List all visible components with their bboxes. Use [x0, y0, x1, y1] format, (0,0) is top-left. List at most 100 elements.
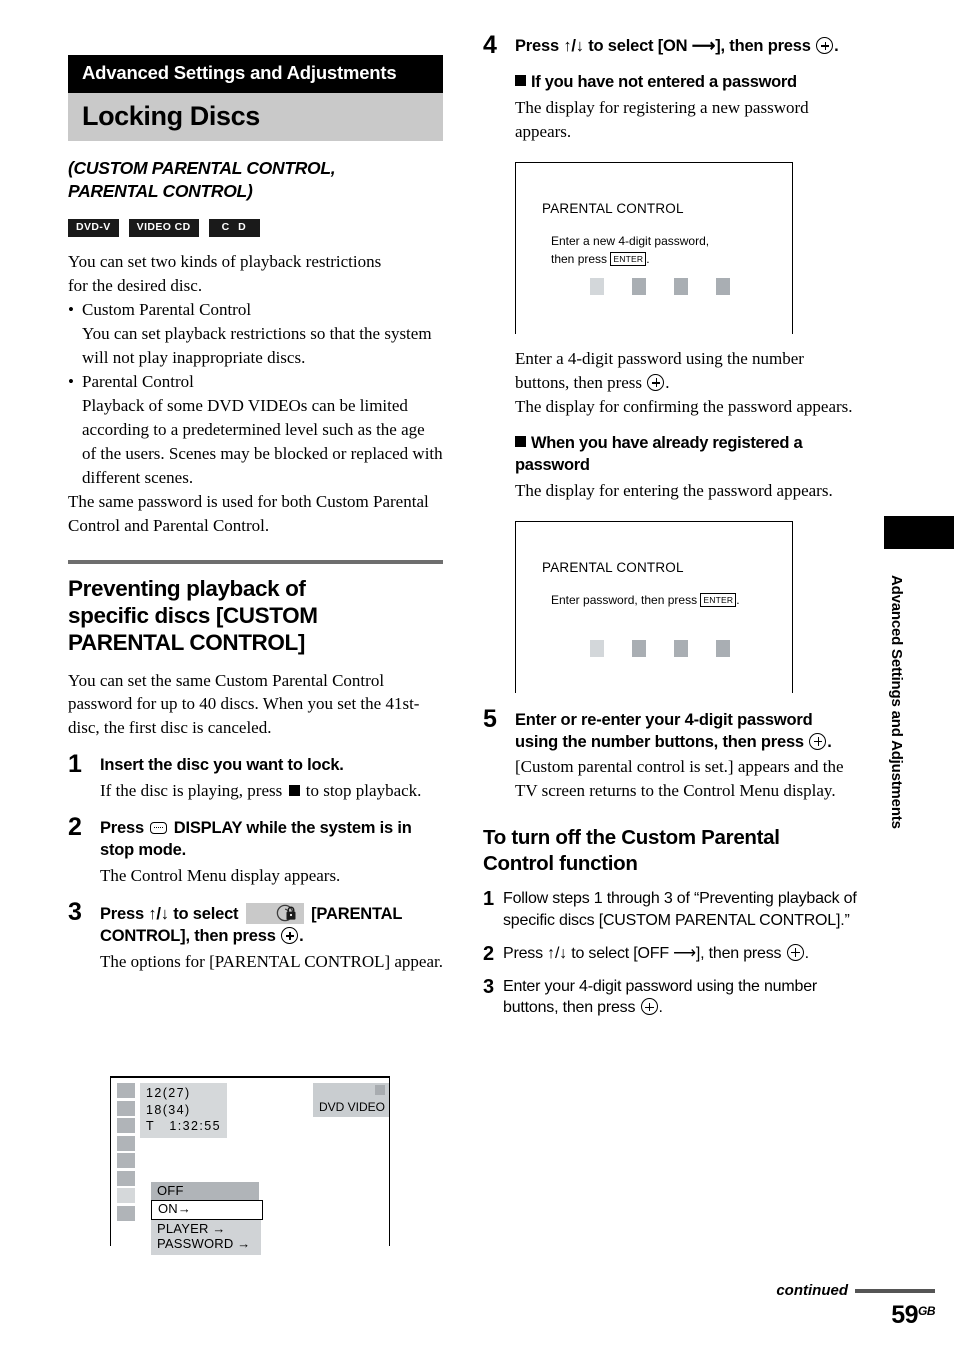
turnoff-heading-line-1: To turn off the Custom Parental [483, 826, 780, 850]
step-1-title: Insert the disc you want to lock. [100, 756, 344, 775]
continued-rule [855, 1288, 935, 1293]
osd-rail-item-selected [117, 1188, 135, 1203]
black-square-bullet-icon [515, 435, 526, 447]
turnoff-step-3-number: 3 [483, 975, 495, 998]
osd-rail-item [117, 1153, 135, 1168]
tv-box-1-line-2-pre: then press [551, 251, 608, 266]
right-column: 4 Press ↑/↓ to select [ON ⟶], then press… [483, 31, 858, 1019]
step-4: 4 Press ↑/↓ to select [ON ⟶], then press… [483, 31, 858, 693]
step-2-title-post: DISPLAY while the system is in stop mode… [100, 819, 412, 860]
turnoff-step-2-number: 2 [483, 942, 495, 965]
osd-option-on[interactable]: ON→ [151, 1200, 263, 1220]
osd-disc-label: DVD VIDEO [318, 1100, 385, 1115]
tv-box-1-line-1: Enter a new 4-digit password, [551, 233, 710, 248]
section-heading-line-3: PARENTAL CONTROL] [68, 629, 305, 655]
step-3-title-pre: Press ↑/↓ to select [100, 905, 239, 924]
step-3-note: The options for [PARENTAL CONTROL] appea… [100, 952, 443, 972]
section-heading-line-1: Preventing playback of [68, 575, 306, 601]
section-heading: Preventing playback of specific discs [C… [68, 575, 443, 656]
password-box-4 [716, 277, 730, 295]
step-2-title-pre: Press [100, 819, 144, 838]
side-tab-label: Advanced Settings and Adjustments [888, 575, 905, 829]
turnoff-step-2: 2 Press ↑/↓ to select [OFF ⟶], then pres… [483, 943, 858, 965]
intro-text: You can set two kinds of playback restri… [68, 250, 443, 538]
display-button-icon [150, 822, 168, 835]
badge-cd: C D [208, 219, 260, 237]
osd-rail-item [117, 1205, 135, 1221]
osd-info-block: 12(27) 18(34) T 1:32:55 [140, 1083, 227, 1138]
osd-rail-item [117, 1170, 135, 1186]
page-number-value: 59 [891, 1301, 918, 1329]
turnoff-step-1-text: Follow steps 1 through 3 of “Preventing … [503, 890, 857, 930]
registered-note: The display for entering the password ap… [515, 480, 833, 500]
tv-box-1-line-2: then press ENTER. [551, 251, 650, 268]
bullet-parental-control: • Parental Control [68, 370, 443, 394]
tv-box-1-password-boxes [590, 277, 730, 295]
bullet-custom-parental-control: • Custom Parental Control [68, 298, 443, 322]
step-4-title: Press ↑/↓ to select [ON ⟶], then press . [515, 37, 839, 55]
step-3-number: 3 [68, 898, 82, 927]
osd-rail-item [117, 1135, 135, 1151]
password-box-4 [716, 639, 730, 657]
turnoff-step-2-body: Press ↑/↓ to select [OFF ⟶], then press … [503, 943, 809, 962]
enter-button-icon [647, 373, 665, 391]
step-5-title-text: Enter or re-enter your 4-digit password … [515, 710, 813, 751]
step-5-title: Enter or re-enter your 4-digit password … [515, 710, 832, 751]
continued-marker: continued [776, 1282, 935, 1299]
subtitle-line-2: PARENTAL CONTROL) [68, 181, 253, 202]
parental-control-lock-icon [245, 903, 304, 925]
section-intro: You can set the same Custom Parental Con… [68, 670, 420, 738]
tv-box-2-line-1: Enter password, then press ENTER. [551, 592, 740, 609]
osd-rail-item [117, 1118, 135, 1133]
osd-disc-square-icon [375, 1085, 385, 1095]
osd-option-off[interactable]: OFF [151, 1182, 259, 1201]
step-1-note-pre: If the disc is playing, press [100, 781, 283, 801]
enter-button-icon [640, 998, 658, 1016]
osd-icon-rail [117, 1083, 135, 1223]
enter-button-icon [816, 37, 834, 54]
section-divider [68, 559, 443, 564]
step-4-number: 4 [483, 31, 497, 59]
tv-box-1-title: PARENTAL CONTROL [542, 200, 684, 216]
bullet-dot-icon: • [68, 299, 74, 319]
osd-disc-type: DVD VIDEO [312, 1083, 389, 1118]
enter-button-icon [786, 943, 804, 961]
step-3: 3 Press ↑/↓ to select [PARENTAL CONTROL]… [68, 898, 443, 974]
subhead-not-entered-password: If you have not entered a password [515, 72, 858, 94]
intro-line-2: for the desired disc. [68, 275, 203, 295]
enter-button-icon [281, 927, 299, 945]
badge-dvd-v: DVD-V [68, 219, 119, 237]
tv-box-2-line-1-pre: Enter password, then press [551, 592, 698, 607]
subhead-not-entered-label: If you have not entered a password [531, 72, 797, 91]
page-number-region: GB [918, 1304, 936, 1318]
turnoff-step-1: 1 Follow steps 1 through 3 of “Preventin… [483, 888, 858, 931]
turnoff-heading-line-2: Control function [483, 852, 638, 876]
subhead-already-registered: When you have already registered a passw… [515, 433, 858, 477]
step-2-title: Press DISPLAY while the system is in sto… [100, 818, 443, 862]
black-square-bullet-icon [515, 74, 526, 86]
password-box-3 [674, 639, 688, 657]
bullet-1-body: You can set playback restrictions so tha… [82, 323, 432, 367]
osd-option-password[interactable]: PASSWORD → [157, 1236, 261, 1252]
stop-button-icon [288, 785, 300, 797]
subtitle-line-1: (CUSTOM PARENTAL CONTROL, [68, 157, 336, 178]
osd-info-line-2: 18(34) [146, 1102, 191, 1117]
tv-box-1-line-2-post: . [646, 251, 650, 266]
section-heading-line-2: specific discs [CUSTOM [68, 602, 318, 628]
bullet-2-title: Parental Control [82, 371, 194, 391]
bullet-dot-icon: • [68, 371, 74, 391]
step-2-note: The Control Menu display appears. [100, 866, 341, 886]
osd-option-player[interactable]: PLAYER → [157, 1221, 261, 1237]
step-1-note: If the disc is playing, press to stop pl… [100, 779, 443, 803]
turnoff-step-3: 3 Enter your 4-digit password using the … [483, 976, 858, 1019]
not-entered-note: The display for registering a new passwo… [515, 97, 809, 141]
continued-label: continued [776, 1282, 848, 1299]
step-1-note-post: to stop playback. [305, 781, 422, 801]
after-box1-note-1: Enter a 4-digit password using the numbe… [515, 348, 804, 392]
control-menu-display-diagram: 12(27) 18(34) T 1:32:55 DVD VIDEO OFF ON→ … [110, 1076, 390, 1255]
left-column: Advanced Settings and Adjustments Lockin… [68, 55, 443, 974]
osd-info-line-1: 12(27) [146, 1086, 191, 1100]
osd-options-player-password[interactable]: PLAYER → PASSWORD → [151, 1220, 261, 1255]
tv-box-2-password-boxes [590, 639, 730, 657]
step-2: 2 Press DISPLAY while the system is in s… [68, 815, 443, 888]
